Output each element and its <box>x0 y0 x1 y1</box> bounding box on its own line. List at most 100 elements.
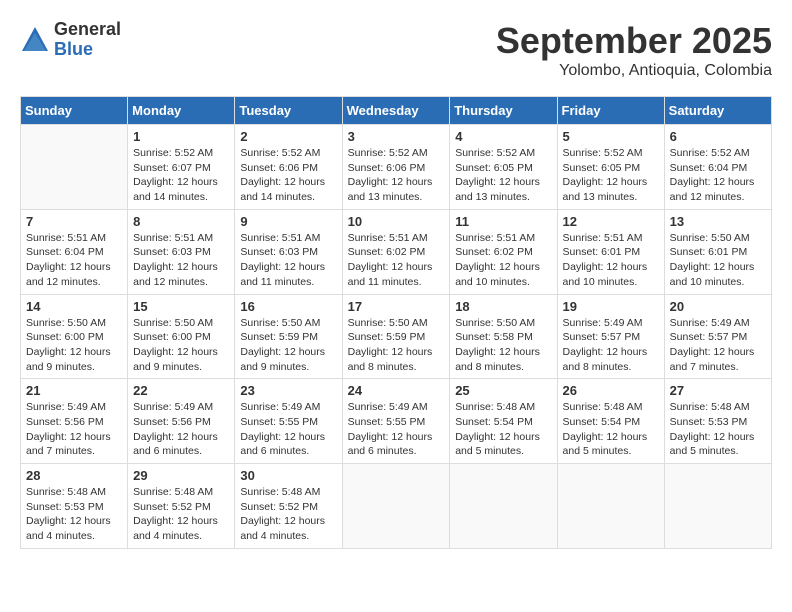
weekday-header-row: SundayMondayTuesdayWednesdayThursdayFrid… <box>21 97 772 125</box>
day-info: Sunrise: 5:52 AM Sunset: 6:05 PM Dayligh… <box>563 146 659 205</box>
day-number: 13 <box>670 214 766 229</box>
month-title: September 2025 <box>496 20 772 62</box>
day-number: 17 <box>348 299 445 314</box>
calendar-cell: 9 Sunrise: 5:51 AM Sunset: 6:03 PM Daylig… <box>235 209 342 294</box>
calendar-week-1: 1 Sunrise: 5:52 AM Sunset: 6:07 PM Daylig… <box>21 125 772 210</box>
title-area: September 2025 Yolombo, Antioquia, Colom… <box>496 20 772 80</box>
calendar-cell <box>450 464 557 549</box>
day-number: 6 <box>670 129 766 144</box>
calendar-cell: 29Sunrise: 5:48 AM Sunset: 5:52 PM Dayli… <box>128 464 235 549</box>
calendar-cell: 12 Sunrise: 5:51 AM Sunset: 6:01 PM Dayli… <box>557 209 664 294</box>
day-number: 4 <box>455 129 551 144</box>
day-info: Sunrise: 5:50 AM Sunset: 6:00 PM Dayligh… <box>26 316 122 375</box>
calendar-cell: 8 Sunrise: 5:51 AM Sunset: 6:03 PM Daylig… <box>128 209 235 294</box>
calendar-cell: 13 Sunrise: 5:50 AM Sunset: 6:01 PM Dayli… <box>664 209 771 294</box>
calendar-cell: 22 Sunrise: 5:49 AM Sunset: 5:56 PM Dayli… <box>128 379 235 464</box>
calendar-cell: 7 Sunrise: 5:51 AM Sunset: 6:04 PM Daylig… <box>21 209 128 294</box>
weekday-header-friday: Friday <box>557 97 664 125</box>
logo: General Blue <box>20 20 121 60</box>
day-info: Sunrise: 5:51 AM Sunset: 6:03 PM Dayligh… <box>240 231 336 290</box>
day-number: 7 <box>26 214 122 229</box>
calendar-week-4: 21 Sunrise: 5:49 AM Sunset: 5:56 PM Dayli… <box>21 379 772 464</box>
day-info: Sunrise: 5:52 AM Sunset: 6:06 PM Dayligh… <box>348 146 445 205</box>
day-info: Sunrise: 5:50 AM Sunset: 5:59 PM Dayligh… <box>348 316 445 375</box>
calendar-cell: 30 Sunrise: 5:48 AM Sunset: 5:52 PM Dayli… <box>235 464 342 549</box>
day-number: 5 <box>563 129 659 144</box>
calendar-cell: 16Sunrise: 5:50 AM Sunset: 5:59 PM Dayli… <box>235 294 342 379</box>
logo-general: General <box>54 20 121 40</box>
calendar-cell: 23Sunrise: 5:49 AM Sunset: 5:55 PM Dayli… <box>235 379 342 464</box>
day-info: Sunrise: 5:52 AM Sunset: 6:04 PM Dayligh… <box>670 146 766 205</box>
day-number: 8 <box>133 214 229 229</box>
day-number: 23 <box>240 383 336 398</box>
calendar-cell: 25 Sunrise: 5:48 AM Sunset: 5:54 PM Dayli… <box>450 379 557 464</box>
location-subtitle: Yolombo, Antioquia, Colombia <box>496 62 772 80</box>
calendar-week-5: 28Sunrise: 5:48 AM Sunset: 5:53 PM Dayli… <box>21 464 772 549</box>
day-info: Sunrise: 5:52 AM Sunset: 6:06 PM Dayligh… <box>240 146 336 205</box>
day-number: 20 <box>670 299 766 314</box>
calendar-cell: 15 Sunrise: 5:50 AM Sunset: 6:00 PM Dayli… <box>128 294 235 379</box>
calendar-cell <box>342 464 450 549</box>
calendar-cell <box>664 464 771 549</box>
logo-blue: Blue <box>54 40 121 60</box>
day-number: 21 <box>26 383 122 398</box>
day-info: Sunrise: 5:49 AM Sunset: 5:57 PM Dayligh… <box>670 316 766 375</box>
calendar-week-2: 7 Sunrise: 5:51 AM Sunset: 6:04 PM Daylig… <box>21 209 772 294</box>
calendar-cell: 4Sunrise: 5:52 AM Sunset: 6:05 PM Daylig… <box>450 125 557 210</box>
day-number: 19 <box>563 299 659 314</box>
day-info: Sunrise: 5:51 AM Sunset: 6:01 PM Dayligh… <box>563 231 659 290</box>
weekday-header-saturday: Saturday <box>664 97 771 125</box>
day-number: 15 <box>133 299 229 314</box>
weekday-header-sunday: Sunday <box>21 97 128 125</box>
calendar-cell: 14 Sunrise: 5:50 AM Sunset: 6:00 PM Dayli… <box>21 294 128 379</box>
day-number: 3 <box>348 129 445 144</box>
day-info: Sunrise: 5:51 AM Sunset: 6:02 PM Dayligh… <box>348 231 445 290</box>
day-number: 14 <box>26 299 122 314</box>
calendar-cell: 11Sunrise: 5:51 AM Sunset: 6:02 PM Dayli… <box>450 209 557 294</box>
day-info: Sunrise: 5:51 AM Sunset: 6:04 PM Dayligh… <box>26 231 122 290</box>
calendar-cell: 27 Sunrise: 5:48 AM Sunset: 5:53 PM Dayli… <box>664 379 771 464</box>
day-info: Sunrise: 5:49 AM Sunset: 5:56 PM Dayligh… <box>26 400 122 459</box>
day-info: Sunrise: 5:49 AM Sunset: 5:56 PM Dayligh… <box>133 400 229 459</box>
day-info: Sunrise: 5:48 AM Sunset: 5:52 PM Dayligh… <box>240 485 336 544</box>
day-number: 2 <box>240 129 336 144</box>
weekday-header-monday: Monday <box>128 97 235 125</box>
calendar-cell: 28Sunrise: 5:48 AM Sunset: 5:53 PM Dayli… <box>21 464 128 549</box>
day-number: 12 <box>563 214 659 229</box>
day-info: Sunrise: 5:51 AM Sunset: 6:02 PM Dayligh… <box>455 231 551 290</box>
calendar-cell: 17 Sunrise: 5:50 AM Sunset: 5:59 PM Dayli… <box>342 294 450 379</box>
day-number: 10 <box>348 214 445 229</box>
day-number: 26 <box>563 383 659 398</box>
calendar-cell: 1 Sunrise: 5:52 AM Sunset: 6:07 PM Daylig… <box>128 125 235 210</box>
day-info: Sunrise: 5:50 AM Sunset: 5:58 PM Dayligh… <box>455 316 551 375</box>
calendar-cell: 26Sunrise: 5:48 AM Sunset: 5:54 PM Dayli… <box>557 379 664 464</box>
calendar-cell <box>21 125 128 210</box>
day-info: Sunrise: 5:48 AM Sunset: 5:54 PM Dayligh… <box>455 400 551 459</box>
day-number: 16 <box>240 299 336 314</box>
calendar-cell: 10 Sunrise: 5:51 AM Sunset: 6:02 PM Dayli… <box>342 209 450 294</box>
calendar-cell: 2 Sunrise: 5:52 AM Sunset: 6:06 PM Daylig… <box>235 125 342 210</box>
weekday-header-tuesday: Tuesday <box>235 97 342 125</box>
day-info: Sunrise: 5:49 AM Sunset: 5:57 PM Dayligh… <box>563 316 659 375</box>
day-info: Sunrise: 5:52 AM Sunset: 6:07 PM Dayligh… <box>133 146 229 205</box>
calendar-cell <box>557 464 664 549</box>
day-number: 29 <box>133 468 229 483</box>
day-number: 27 <box>670 383 766 398</box>
day-info: Sunrise: 5:51 AM Sunset: 6:03 PM Dayligh… <box>133 231 229 290</box>
header: General Blue September 2025 Yolombo, Ant… <box>20 20 772 80</box>
day-number: 30 <box>240 468 336 483</box>
calendar-cell: 20 Sunrise: 5:49 AM Sunset: 5:57 PM Dayli… <box>664 294 771 379</box>
day-number: 22 <box>133 383 229 398</box>
day-number: 18 <box>455 299 551 314</box>
day-number: 25 <box>455 383 551 398</box>
calendar-cell: 21 Sunrise: 5:49 AM Sunset: 5:56 PM Dayli… <box>21 379 128 464</box>
weekday-header-wednesday: Wednesday <box>342 97 450 125</box>
day-info: Sunrise: 5:50 AM Sunset: 6:00 PM Dayligh… <box>133 316 229 375</box>
day-info: Sunrise: 5:50 AM Sunset: 6:01 PM Dayligh… <box>670 231 766 290</box>
day-info: Sunrise: 5:48 AM Sunset: 5:53 PM Dayligh… <box>670 400 766 459</box>
calendar-cell: 18 Sunrise: 5:50 AM Sunset: 5:58 PM Dayli… <box>450 294 557 379</box>
calendar-cell: 3 Sunrise: 5:52 AM Sunset: 6:06 PM Daylig… <box>342 125 450 210</box>
day-number: 1 <box>133 129 229 144</box>
logo-text: General Blue <box>54 20 121 60</box>
day-number: 9 <box>240 214 336 229</box>
